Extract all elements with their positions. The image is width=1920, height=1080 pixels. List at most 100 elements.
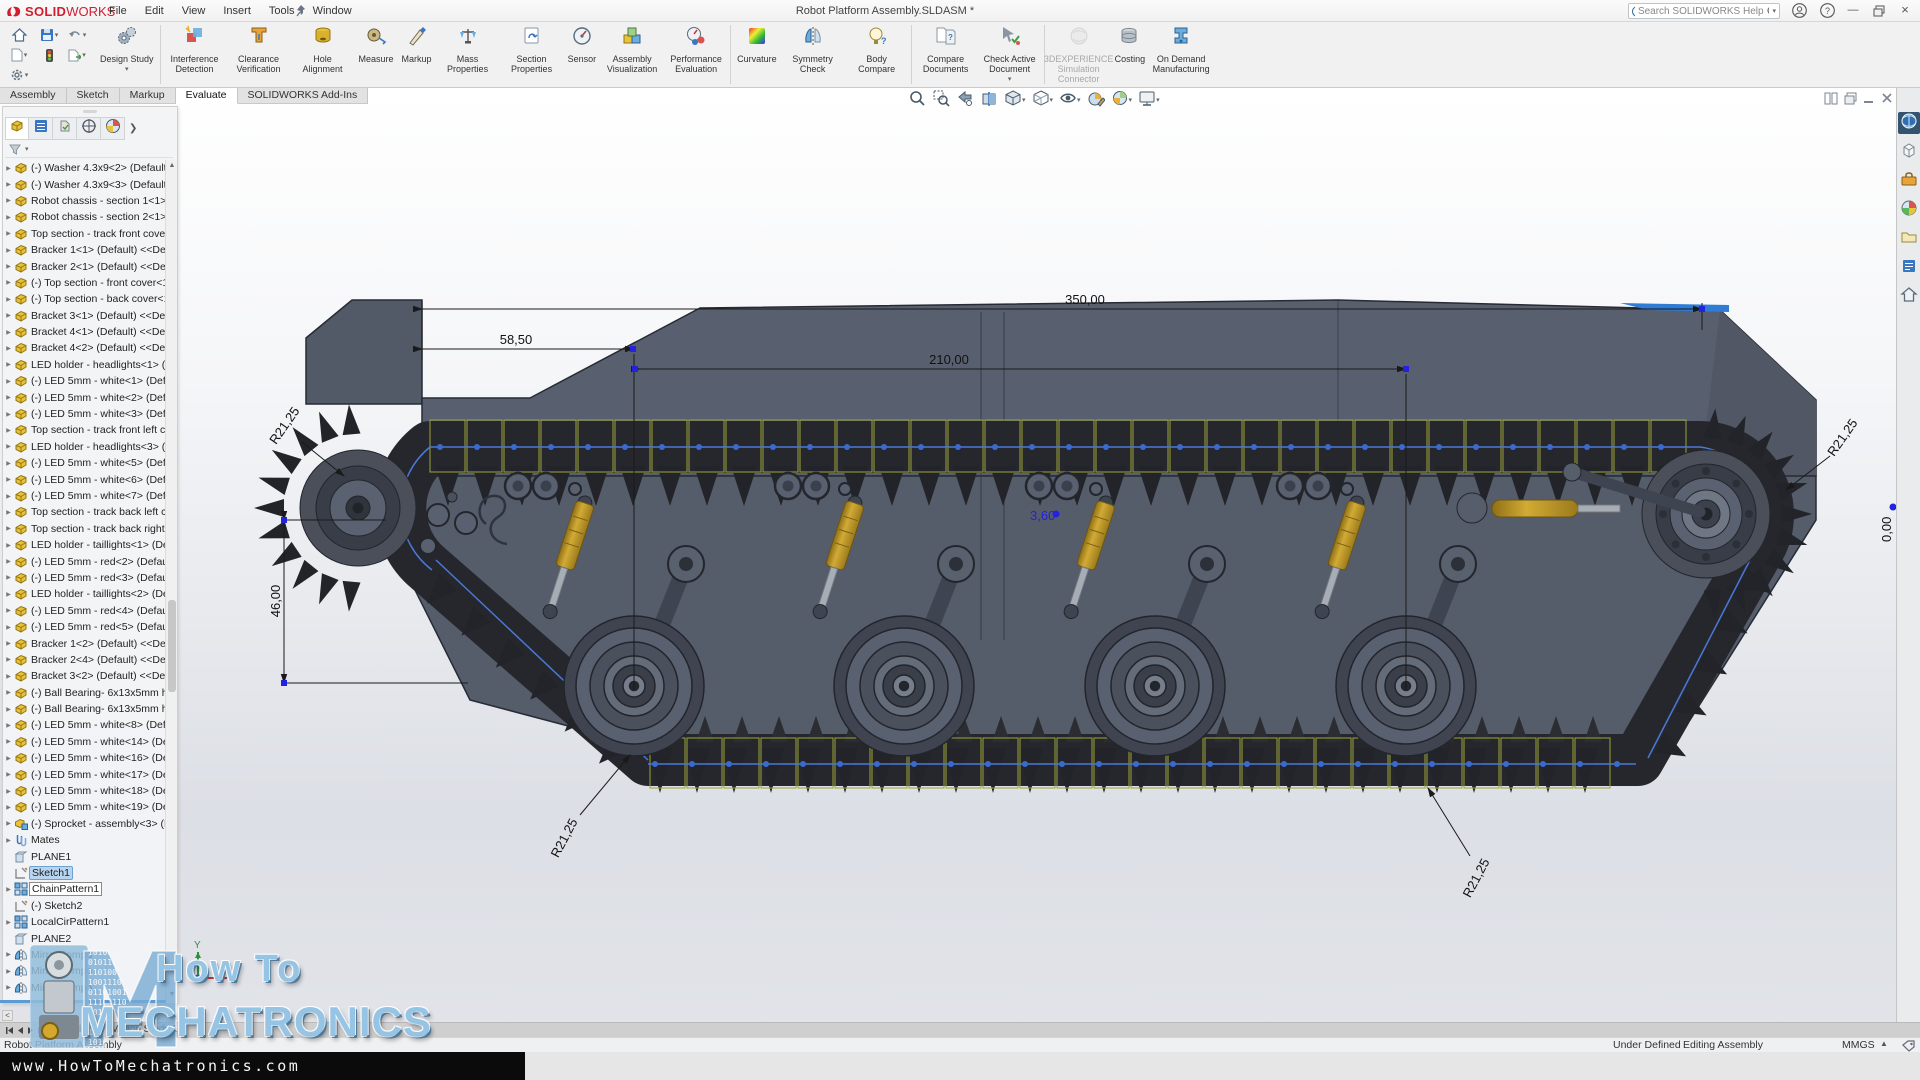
zoom-fit-button[interactable] <box>906 88 928 113</box>
minimize-button[interactable]: — <box>1840 0 1866 22</box>
tree-item[interactable]: ▶(-) LED 5mm - red<2> (Default) <box>3 553 166 569</box>
first-tab-icon[interactable] <box>5 1026 14 1035</box>
ribbon-button-performance-evaluation[interactable]: Performance Evaluation <box>664 22 728 87</box>
tree-item-label[interactable]: LocalCirPattern1 <box>29 916 111 928</box>
tree-item-label[interactable]: (-) LED 5mm - white<5> (Defau <box>29 457 166 469</box>
tree-item-label[interactable]: (-) LED 5mm - red<5> (Default) <box>29 621 166 633</box>
options-gear-button[interactable]: ▾ <box>4 66 34 85</box>
ribbon-button-clearance-verification[interactable]: Clearance Verification <box>227 22 291 87</box>
tree-item-label[interactable]: Robot chassis - section 1<1> (D <box>29 195 166 207</box>
dropdown-arrow-icon[interactable]: ▾ <box>125 65 129 73</box>
menu-file[interactable]: File <box>100 0 136 22</box>
ribbon-button-markup[interactable]: Markup <box>398 22 436 87</box>
tree-item-label[interactable]: (-) LED 5mm - red<3> (Default) <box>29 572 166 584</box>
tile-windows-icon[interactable] <box>1824 92 1838 110</box>
tree-item-label[interactable]: MirrorCompo <box>29 982 94 994</box>
ribbon-button-symmetry-check[interactable]: Symmetry Check <box>781 22 845 87</box>
tree-item[interactable]: ▶(-) LED 5mm - white<3> (Defau <box>3 406 166 422</box>
tree-item[interactable]: ▶ (-) LED 5mm - white<18> (Defa <box>3 783 166 799</box>
expander-icon[interactable]: ▶ <box>3 329 14 336</box>
tree-item[interactable]: ▶(-) LED 5mm - white<7> (Defau <box>3 488 166 504</box>
expander-icon[interactable]: ▶ <box>3 591 14 598</box>
expander-icon[interactable]: ▶ <box>3 345 14 352</box>
expander-icon[interactable]: ▶ <box>3 378 14 385</box>
expander-icon[interactable]: ▶ <box>3 820 14 827</box>
tree-item[interactable]: ▶(-) Sprocket - assembly<3> (De <box>3 816 166 832</box>
edit-appearance-button[interactable] <box>1085 88 1107 113</box>
expander-icon[interactable]: ▶ <box>3 263 14 270</box>
tree-item[interactable]: Sketch1 <box>3 865 166 881</box>
tree-item[interactable]: ▶(-) LED 5mm - white<16> (Defa <box>3 750 166 766</box>
tree-item[interactable]: ▶(-) Top section - back cover<1> <box>3 291 166 307</box>
study-tab-model[interactable]: Model <box>51 1023 101 1037</box>
expander-icon[interactable]: ▶ <box>3 656 14 663</box>
ribbon-button-costing[interactable]: Costing <box>1111 22 1150 87</box>
pin-icon[interactable] <box>296 4 308 22</box>
tab-evaluate[interactable]: Evaluate <box>176 88 238 104</box>
ribbon-button-mass-properties[interactable]: Mass Properties <box>436 22 500 87</box>
scrollbar-thumb[interactable] <box>168 600 176 692</box>
apply-scene-button[interactable]: ▾ <box>1109 88 1135 113</box>
tree-item-label[interactable]: Bracket 4<2> (Default) <<Defa <box>29 342 166 354</box>
hide-show-items-button[interactable]: ▾ <box>1057 88 1083 113</box>
tree-item-label[interactable]: (-) Washer 4.3x9<3> (Default) < <box>29 179 166 191</box>
dropdown-arrow-icon[interactable]: ▾ <box>1022 96 1026 104</box>
tree-item-label[interactable]: Robot chassis - section 2<1> (D <box>29 211 166 223</box>
expander-icon[interactable]: ▶ <box>3 542 14 549</box>
tree-item[interactable]: ▶Bracker 1<2> (Default) <<Defa <box>3 635 166 651</box>
expander-icon[interactable]: ▶ <box>3 230 14 237</box>
tree-item-label[interactable]: (-) Sketch2 <box>29 900 84 912</box>
zoom-area-button[interactable] <box>930 88 952 113</box>
tree-item-label[interactable]: (-) LED 5mm - white<19> (Defa <box>29 801 166 813</box>
tree-item-label[interactable]: Mates <box>29 834 62 846</box>
tree-item[interactable]: ▶ MirrorCompo <box>3 980 166 996</box>
tree-item-label[interactable]: PLANE2 <box>29 933 73 945</box>
ribbon-button-measure[interactable]: Measure <box>355 22 398 87</box>
menu-edit[interactable]: Edit <box>136 0 173 22</box>
expander-icon[interactable]: ▶ <box>3 706 14 713</box>
tree-item-label[interactable]: Bracket 4<1> (Default) <<Defa <box>29 326 166 338</box>
expander-icon[interactable]: ▶ <box>3 984 14 991</box>
expander-icon[interactable]: ▶ <box>3 788 14 795</box>
tree-item-label[interactable]: (-) LED 5mm - white<3> (Defau <box>29 408 166 420</box>
tree-item-label[interactable]: (-) LED 5mm - white<2> (Defau <box>29 392 166 404</box>
tree-item[interactable]: ▶(-) LED 5mm - red<3> (Default) <box>3 570 166 586</box>
tree-item-label[interactable]: (-) LED 5mm - white<14> (Defa <box>29 736 166 748</box>
expander-icon[interactable]: ▶ <box>3 509 14 516</box>
taskpane-design-library-button[interactable] <box>1898 141 1920 163</box>
tree-scrollbar[interactable]: ▲ ▼ <box>165 160 177 1001</box>
close-button[interactable]: × <box>1892 0 1918 22</box>
fm-tab-configurationmanager[interactable] <box>53 117 77 140</box>
units-dropdown-icon[interactable]: ▲ <box>1880 1039 1888 1048</box>
expander-icon[interactable]: ▶ <box>3 837 14 844</box>
tree-item-label[interactable]: Top section - track front left co <box>29 424 166 436</box>
tab-scroll-controls[interactable] <box>0 1023 51 1037</box>
expander-icon[interactable]: ▶ <box>3 722 14 729</box>
dropdown-arrow-icon[interactable]: ▾ <box>1077 96 1081 104</box>
expander-icon[interactable]: ▶ <box>3 919 14 926</box>
expander-icon[interactable]: ▶ <box>3 296 14 303</box>
tree-item[interactable]: ▶LED holder - headlights<3> (De <box>3 439 166 455</box>
view-orientation-button[interactable]: ▾ <box>1002 88 1028 113</box>
filter-dropdown-icon[interactable]: ▾ <box>25 145 29 153</box>
tree-item[interactable]: ▶MirrorCompo <box>3 947 166 963</box>
tree-item[interactable]: PLANE2 <box>3 930 166 946</box>
expander-icon[interactable]: ▶ <box>3 443 14 450</box>
fm-tab-propertymanager[interactable] <box>29 117 53 140</box>
tree-item-label[interactable]: (-) LED 5mm - white<6> (Defau <box>29 474 166 486</box>
expander-icon[interactable]: ▶ <box>3 755 14 762</box>
tree-item[interactable]: ▶Top section - track front cover< <box>3 226 166 242</box>
expander-icon[interactable]: ▶ <box>3 640 14 647</box>
save-button[interactable]: ▾ <box>34 26 64 45</box>
scroll-up-icon[interactable]: ▲ <box>166 160 178 172</box>
dropdown-arrow-icon[interactable]: ▾ <box>1050 96 1054 104</box>
tree-item-label[interactable]: (-) LED 5mm - white<17> (Defa <box>29 769 166 781</box>
tree-item-label[interactable]: (-) LED 5mm - red<4> (Default) <box>29 605 166 617</box>
tree-item-label[interactable]: (-) LED 5mm - white<1> (Defau <box>29 375 166 387</box>
tree-item[interactable]: ▶(-) Top section - front cover<1> <box>3 275 166 291</box>
last-tab-icon[interactable] <box>37 1026 46 1035</box>
tree-item[interactable]: ▶Bracker 2<4> (Default) <<Defa <box>3 652 166 668</box>
tree-item-label[interactable]: (-) LED 5mm - white<18> (Defa <box>29 785 166 797</box>
ribbon-button-assembly-visualization[interactable]: Assembly Visualization <box>600 22 664 87</box>
tree-item-label[interactable]: (-) Ball Bearing- 6x13x5mm h1< <box>29 687 166 699</box>
